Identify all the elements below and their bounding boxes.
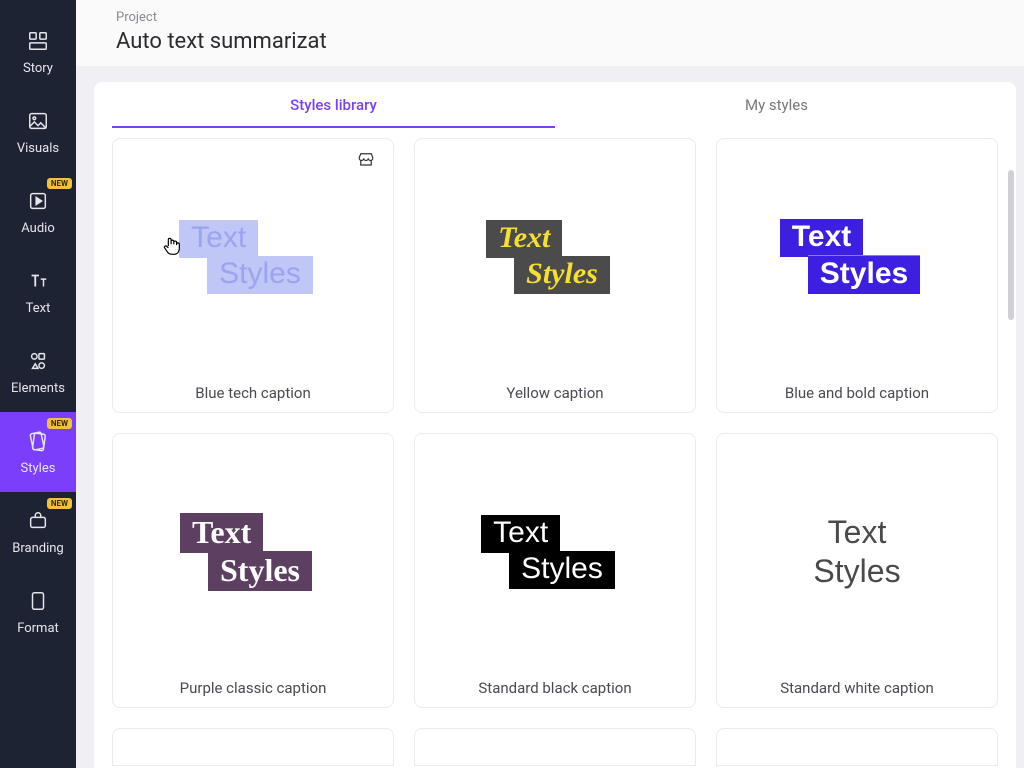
sidebar-item-branding[interactable]: NEW Branding [0, 492, 76, 572]
main-area: Project Auto text summarizat Styles libr… [76, 0, 1024, 768]
project-label: Project [116, 10, 984, 25]
content-panel: Styles library My styles Tex [94, 82, 1016, 768]
style-card-standard-white[interactable]: Text Styles Standard white caption [716, 433, 998, 708]
preview-line1: Text [180, 513, 263, 553]
style-card-purple-classic[interactable]: Text Styles Purple classic caption [112, 433, 394, 708]
sidebar-label: Text [26, 301, 51, 316]
sidebar-item-elements[interactable]: Elements [0, 332, 76, 412]
preview-line2: Styles [509, 551, 615, 589]
left-sidebar: Story Visuals NEW Audio Text Elements NE… [0, 0, 76, 768]
styles-grid-scroll[interactable]: Text Styles Blue tech caption Text Style… [94, 128, 1016, 768]
preview-line2: Styles [808, 255, 920, 294]
sidebar-label: Format [17, 621, 59, 636]
shop-icon[interactable] [357, 151, 375, 167]
sidebar-item-text[interactable]: Text [0, 252, 76, 332]
text-icon [26, 269, 50, 293]
scrollbar-track[interactable] [1006, 130, 1016, 390]
preview-line2: Styles [207, 256, 313, 294]
preview-line1: Text [780, 219, 863, 257]
sidebar-label: Story [23, 61, 53, 76]
styles-icon [26, 429, 50, 453]
new-badge: NEW [47, 498, 72, 509]
card-label: Purple classic caption [113, 669, 393, 707]
sidebar-item-story[interactable]: Story [0, 12, 76, 92]
elements-icon [26, 349, 50, 373]
sidebar-label: Branding [12, 541, 63, 556]
card-preview: Text Styles [113, 434, 393, 669]
new-badge: NEW [47, 418, 72, 429]
sidebar-item-styles[interactable]: NEW Styles [0, 412, 76, 492]
header: Project Auto text summarizat [76, 0, 1024, 66]
style-card-standard-black[interactable]: Text Styles Standard black caption [414, 433, 696, 708]
visuals-icon [26, 109, 50, 133]
project-title: Auto text summarizat [116, 29, 984, 54]
style-card-partial[interactable] [112, 728, 394, 766]
style-card-yellow[interactable]: Text Styles Yellow caption [414, 138, 696, 413]
tab-styles-library[interactable]: Styles library [112, 82, 555, 128]
sidebar-label: Styles [21, 461, 56, 476]
branding-icon [26, 509, 50, 533]
card-preview: Text Styles [717, 434, 997, 669]
scrollbar-thumb[interactable] [1008, 170, 1014, 320]
card-preview: Text Styles [717, 139, 997, 374]
audio-icon [26, 189, 50, 213]
preview-line1: Text [486, 220, 562, 258]
card-preview: Text Styles [415, 434, 695, 669]
style-card-partial[interactable] [716, 728, 998, 766]
format-icon [26, 589, 50, 613]
card-label: Yellow caption [415, 374, 695, 412]
card-preview: Text Styles [113, 139, 393, 374]
card-label: Blue and bold caption [717, 374, 997, 412]
preview-line1: Text [179, 220, 258, 258]
sidebar-label: Visuals [17, 141, 59, 156]
hand-cursor-icon [161, 235, 183, 259]
card-label: Standard white caption [717, 669, 997, 707]
card-preview: Text Styles [415, 139, 695, 374]
sidebar-label: Audio [21, 221, 54, 236]
style-card-blue-bold[interactable]: Text Styles Blue and bold caption [716, 138, 998, 413]
sidebar-item-visuals[interactable]: Visuals [0, 92, 76, 172]
sidebar-item-audio[interactable]: NEW Audio [0, 172, 76, 252]
card-label: Blue tech caption [113, 374, 393, 412]
tab-my-styles[interactable]: My styles [555, 82, 998, 128]
new-badge: NEW [47, 178, 72, 189]
style-card-blue-tech[interactable]: Text Styles Blue tech caption [112, 138, 394, 413]
styles-grid: Text Styles Blue tech caption Text Style… [112, 138, 998, 766]
sidebar-item-format[interactable]: Format [0, 572, 76, 652]
style-card-partial[interactable] [414, 728, 696, 766]
preview-line1: Text [828, 514, 887, 551]
tabs-row: Styles library My styles [112, 82, 998, 128]
preview-line2: Styles [813, 553, 900, 590]
preview-line1: Text [481, 515, 560, 553]
preview-line2: Styles [514, 256, 610, 294]
story-icon [26, 29, 50, 53]
card-label: Standard black caption [415, 669, 695, 707]
preview-line2: Styles [208, 551, 312, 591]
sidebar-label: Elements [11, 381, 65, 396]
